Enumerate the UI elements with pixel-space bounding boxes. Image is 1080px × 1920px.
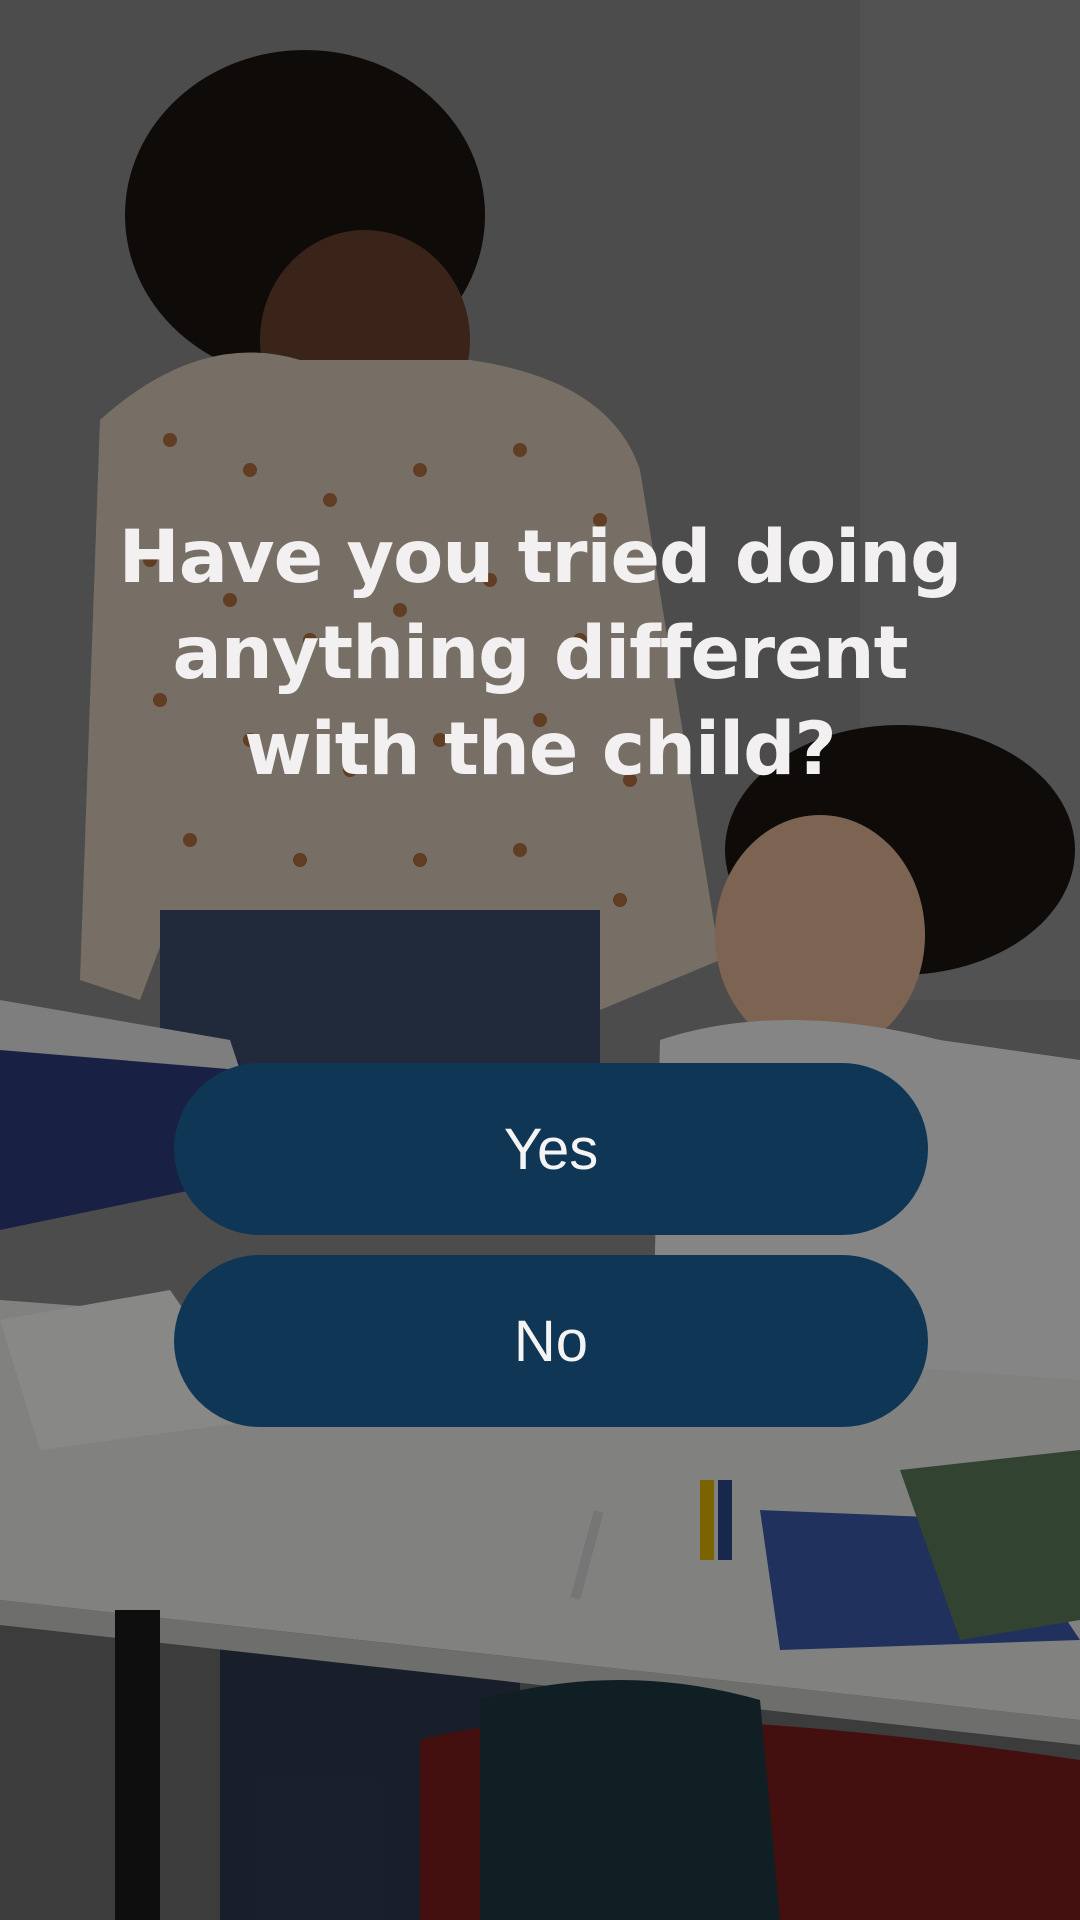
- question-heading: Have you tried doing anything different …: [118, 515, 963, 792]
- no-button[interactable]: No: [174, 1255, 928, 1427]
- yes-button[interactable]: Yes: [174, 1063, 928, 1235]
- background-photo: [0, 0, 1080, 1920]
- dark-overlay: [0, 0, 1080, 1920]
